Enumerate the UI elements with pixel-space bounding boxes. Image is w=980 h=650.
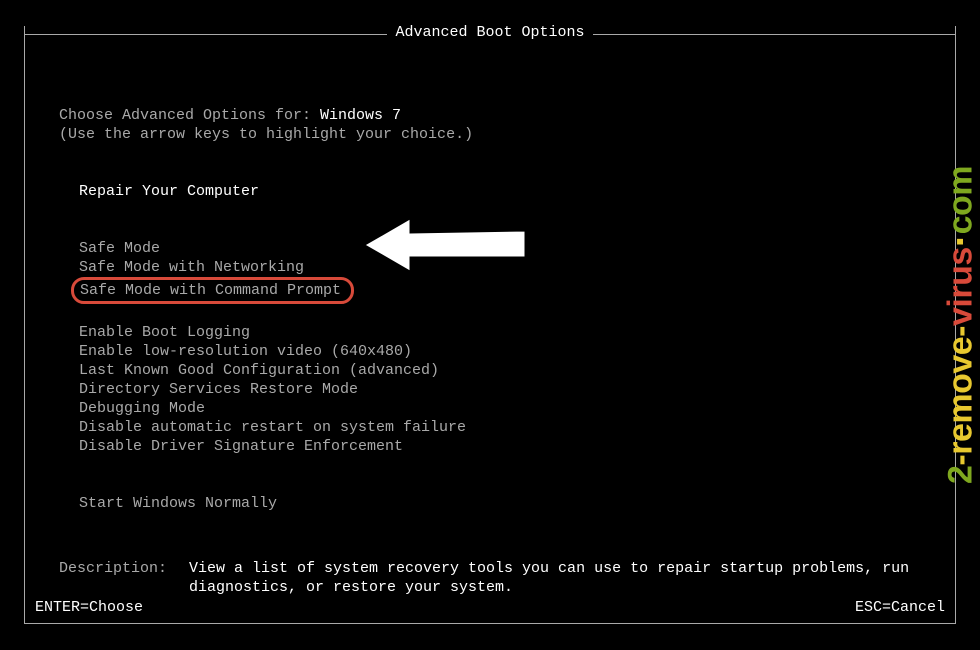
menu-no-sig[interactable]: Disable Driver Signature Enforcement — [77, 437, 405, 456]
watermark-part4: com — [941, 166, 979, 234]
menu-dsrm[interactable]: Directory Services Restore Mode — [77, 380, 360, 399]
os-name: Windows 7 — [320, 107, 401, 124]
footer-enter: ENTER=Choose — [35, 599, 143, 616]
menu-boot-logging[interactable]: Enable Boot Logging — [77, 323, 252, 342]
menu-start-normally[interactable]: Start Windows Normally — [77, 494, 279, 513]
menu-debugging[interactable]: Debugging Mode — [77, 399, 207, 418]
watermark-part3: virus — [941, 247, 979, 326]
watermark: 2-remove-virus·com — [941, 166, 980, 484]
description-block: Description: View a list of system recov… — [59, 559, 921, 597]
menu-safe-mode-cmd[interactable]: Safe Mode with Command Prompt — [71, 277, 354, 304]
menu-safe-mode-networking[interactable]: Safe Mode with Networking — [77, 258, 306, 277]
screen-border: Choose Advanced Options for: Windows 7 (… — [24, 26, 956, 624]
watermark-part2: -remove- — [941, 326, 979, 466]
menu-last-known[interactable]: Last Known Good Configuration (advanced) — [77, 361, 441, 380]
pointer-arrow-icon — [360, 213, 530, 277]
footer-bar: ENTER=Choose ESC=Cancel — [35, 599, 945, 616]
description-label: Description: — [59, 559, 189, 597]
description-text: View a list of system recovery tools you… — [189, 559, 921, 597]
menu-repair-computer[interactable]: Repair Your Computer — [77, 182, 261, 201]
menu-safe-mode[interactable]: Safe Mode — [77, 239, 162, 258]
menu-low-res[interactable]: Enable low-resolution video (640x480) — [77, 342, 414, 361]
instruction-line: Choose Advanced Options for: Windows 7 — [59, 106, 921, 125]
instruction-prefix: Choose Advanced Options for: — [59, 107, 320, 124]
watermark-part1: 2 — [941, 466, 979, 484]
content-area: Choose Advanced Options for: Windows 7 (… — [59, 106, 921, 597]
watermark-dot: · — [938, 234, 980, 247]
arrow-hint: (Use the arrow keys to highlight your ch… — [59, 125, 921, 144]
menu-no-restart[interactable]: Disable automatic restart on system fail… — [77, 418, 468, 437]
footer-esc: ESC=Cancel — [855, 599, 945, 616]
